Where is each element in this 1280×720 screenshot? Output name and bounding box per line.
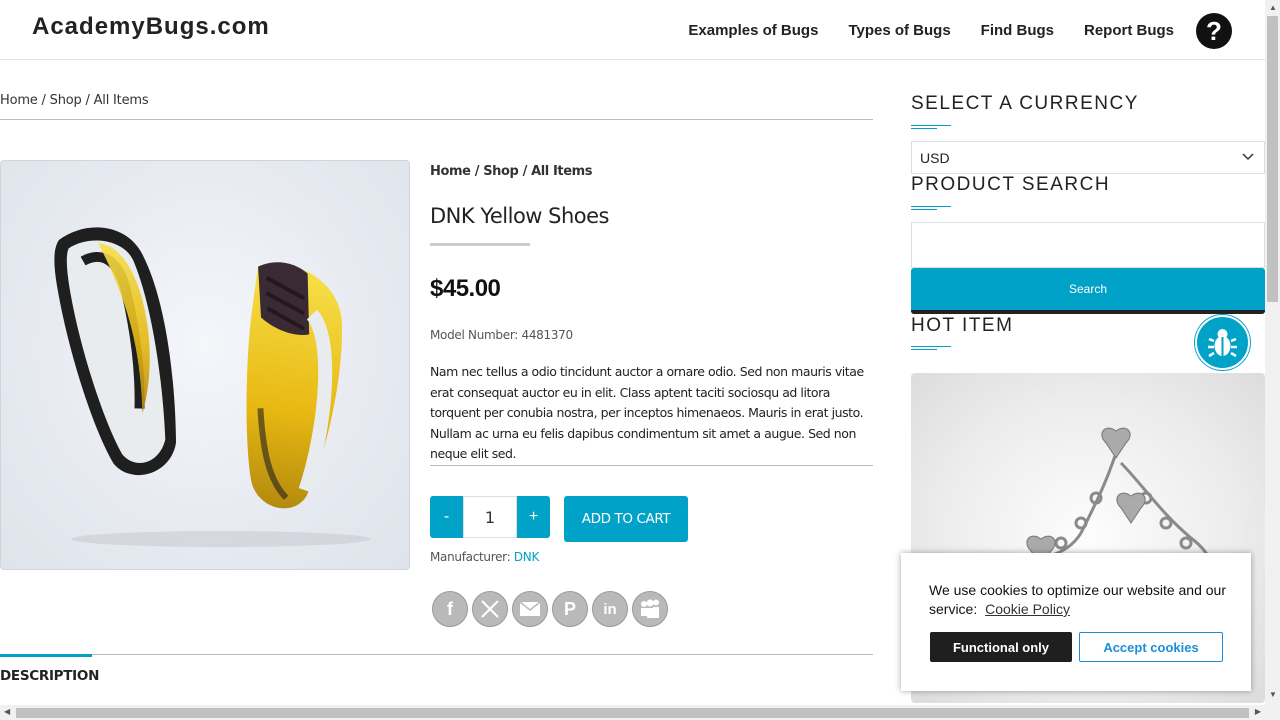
breadcrumb-current[interactable]: All Items [531, 164, 592, 179]
vertical-scrollbar[interactable]: ▲ ▼ [1265, 0, 1280, 720]
breadcrumb-home[interactable]: Home [430, 164, 471, 179]
linkedin-icon[interactable]: in [592, 591, 628, 627]
myspace-icon[interactable] [632, 591, 668, 627]
currency-heading: SELECT A CURRENCY [911, 93, 1139, 114]
breadcrumb: Home / Shop / All Items [0, 93, 149, 108]
nav-types-of-bugs[interactable]: Types of Bugs [848, 22, 950, 39]
scroll-left-icon[interactable]: ◀ [4, 707, 10, 716]
nav-report-bugs[interactable]: Report Bugs [1084, 22, 1174, 39]
product-breadcrumb: Home / Shop / All Items [430, 164, 593, 179]
heading-underline [911, 125, 951, 129]
cookie-policy-link[interactable]: Cookie Policy [985, 601, 1070, 617]
product-search-input[interactable] [911, 222, 1265, 268]
shoes-illustration [54, 227, 371, 547]
search-heading: PRODUCT SEARCH [911, 174, 1111, 195]
title-underline [430, 243, 530, 246]
functional-only-button[interactable]: Functional only [930, 632, 1072, 662]
hot-item-heading: HOT ITEM [911, 315, 1014, 336]
product-description: Nam nec tellus a odio tincidunt auctor a… [430, 364, 864, 461]
accept-cookies-button[interactable]: Accept cookies [1079, 632, 1223, 662]
add-to-cart-button[interactable]: ADD TO CART [564, 496, 688, 542]
email-icon[interactable] [512, 591, 548, 627]
x-icon[interactable] [472, 591, 508, 627]
breadcrumb-current[interactable]: All Items [94, 93, 149, 108]
site-header: AcademyBugs.com Examples of Bugs Types o… [0, 0, 1265, 60]
bug-icon [1208, 329, 1237, 358]
quantity-increase-button[interactable]: + [517, 496, 550, 538]
product-title: DNK Yellow Shoes [430, 204, 610, 228]
horizontal-scrollbar[interactable]: ◀ ▶ [0, 705, 1265, 720]
heading-underline [911, 206, 951, 210]
scroll-down-icon[interactable]: ▼ [1269, 690, 1277, 699]
pinterest-icon[interactable]: P [552, 591, 588, 627]
manufacturer: Manufacturer: DNK [430, 550, 539, 564]
main-nav: Examples of Bugs Types of Bugs Find Bugs… [688, 0, 1265, 60]
scrollbar-thumb[interactable] [16, 708, 1249, 718]
scroll-up-icon[interactable]: ▲ [1269, 3, 1277, 12]
nav-examples-of-bugs[interactable]: Examples of Bugs [688, 22, 818, 39]
product-price: $45.00 [430, 275, 501, 302]
facebook-icon[interactable]: f [432, 591, 468, 627]
share-buttons: f P in [432, 591, 669, 627]
divider [0, 119, 873, 120]
divider [430, 465, 873, 466]
chevron-down-icon [1242, 149, 1254, 164]
nav-find-bugs[interactable]: Find Bugs [981, 22, 1054, 39]
breadcrumb-shop[interactable]: Shop [483, 164, 519, 179]
scroll-right-icon[interactable]: ▶ [1255, 707, 1261, 716]
manufacturer-label: Manufacturer: [430, 550, 511, 564]
scrollbar-thumb[interactable] [1267, 16, 1278, 302]
manufacturer-link[interactable]: DNK [514, 550, 539, 564]
tab-description[interactable]: DESCRIPTION [0, 668, 99, 684]
cookie-text: We use cookies to optimize our website a… [929, 582, 1227, 617]
product-image[interactable] [0, 160, 410, 570]
site-logo[interactable]: AcademyBugs.com [32, 13, 270, 41]
quantity-input[interactable] [463, 496, 517, 538]
heading-underline [911, 346, 951, 350]
help-icon[interactable]: ? [1196, 13, 1232, 49]
tab-indicator [0, 654, 92, 657]
search-button[interactable]: Search [911, 268, 1265, 314]
divider [0, 654, 873, 655]
bug-report-button[interactable] [1195, 315, 1250, 370]
currency-value: USD [920, 149, 950, 166]
breadcrumb-shop[interactable]: Shop [50, 93, 82, 108]
cookie-banner: We use cookies to optimize our website a… [901, 553, 1251, 691]
model-number: Model Number: 4481370 [430, 328, 573, 342]
quantity-decrease-button[interactable]: - [430, 496, 463, 538]
breadcrumb-home[interactable]: Home [0, 93, 38, 108]
currency-select[interactable]: USD [911, 141, 1265, 174]
